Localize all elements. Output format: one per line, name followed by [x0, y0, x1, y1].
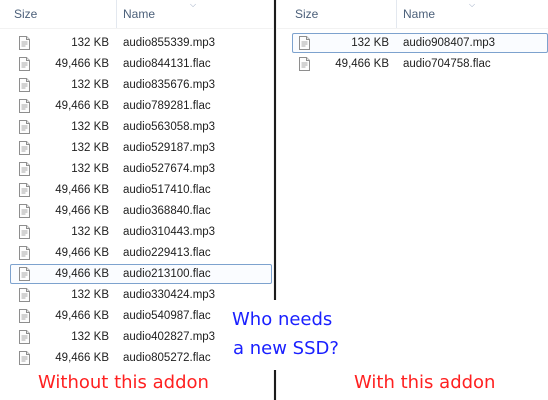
file-size: 132 KB [71, 79, 109, 91]
file-name: audio402827.mp3 [123, 331, 216, 343]
file-name: audio844131.flac [123, 58, 211, 70]
file-name: audio330424.mp3 [123, 289, 216, 301]
file-size: 132 KB [71, 142, 109, 154]
file-name: audio789281.flac [123, 100, 211, 112]
caption-without-addon: Without this addon [38, 372, 209, 393]
file-row[interactable]: 49,466 KB audio368840.flac [10, 201, 272, 221]
file-name: audio529187.mp3 [123, 142, 216, 154]
file-name: audio835676.mp3 [123, 79, 216, 91]
sort-chevron-icon: ⌵ [469, 0, 476, 9]
list-header: Size Name ⌵ [277, 0, 548, 29]
header-divider [0, 28, 273, 29]
file-size: 49,466 KB [55, 205, 109, 217]
file-row[interactable]: 132 KB audio310443.mp3 [10, 222, 272, 242]
file-size: 132 KB [71, 121, 109, 133]
list-header: Size Name ⌵ [0, 0, 273, 29]
file-row[interactable]: 49,466 KB audio517410.flac [10, 180, 272, 200]
file-row[interactable]: 132 KB audio835676.mp3 [10, 75, 272, 95]
speech-text-line1: Who needs [232, 309, 333, 330]
file-name: audio213100.flac [123, 268, 211, 280]
file-size: 132 KB [71, 37, 109, 49]
file-name: audio368840.flac [123, 205, 211, 217]
file-size: 132 KB [71, 289, 109, 301]
file-name: audio527674.mp3 [123, 163, 216, 175]
file-size: 49,466 KB [55, 268, 109, 280]
file-name: audio855339.mp3 [123, 37, 216, 49]
file-name: audio229413.flac [123, 247, 211, 259]
file-row[interactable]: 132 KB audio908407.mp3 [292, 33, 548, 53]
file-row[interactable]: 49,466 KB audio229413.flac [10, 243, 272, 263]
column-header-size[interactable]: Size [289, 0, 396, 28]
column-header-size[interactable]: Size [8, 0, 116, 28]
file-row[interactable]: 132 KB audio563058.mp3 [10, 117, 272, 137]
file-name: audio563058.mp3 [123, 121, 216, 133]
header-divider [277, 28, 548, 29]
file-size: 49,466 KB [55, 310, 109, 322]
file-name: audio805272.flac [123, 352, 211, 364]
file-row[interactable]: 49,466 KB audio213100.flac [10, 264, 272, 284]
file-size: 49,466 KB [55, 184, 109, 196]
file-size: 49,466 KB [55, 100, 109, 112]
file-size: 49,466 KB [55, 247, 109, 259]
file-name: audio310443.mp3 [123, 226, 216, 238]
file-size: 49,466 KB [335, 58, 389, 70]
file-row[interactable]: 132 KB audio330424.mp3 [10, 285, 272, 305]
speech-text-line2: a new SSD? [233, 338, 339, 359]
file-size: 49,466 KB [55, 58, 109, 70]
file-row[interactable]: 132 KB audio855339.mp3 [10, 33, 272, 53]
caption-with-addon: With this addon [354, 372, 496, 393]
file-name: audio908407.mp3 [403, 37, 496, 49]
file-row[interactable]: 49,466 KB audio789281.flac [10, 96, 272, 116]
file-name: audio540987.flac [123, 310, 211, 322]
file-size: 132 KB [71, 331, 109, 343]
file-size: 132 KB [351, 37, 389, 49]
file-row[interactable]: 49,466 KB audio844131.flac [10, 54, 272, 74]
file-name: audio517410.flac [123, 184, 211, 196]
file-name: audio704758.flac [403, 58, 491, 70]
file-size: 49,466 KB [55, 352, 109, 364]
file-row[interactable]: 49,466 KB audio704758.flac [292, 54, 548, 74]
sort-chevron-icon: ⌵ [190, 0, 197, 9]
file-row[interactable]: 132 KB audio529187.mp3 [10, 138, 272, 158]
file-size: 132 KB [71, 163, 109, 175]
file-row[interactable]: 132 KB audio527674.mp3 [10, 159, 272, 179]
file-size: 132 KB [71, 226, 109, 238]
